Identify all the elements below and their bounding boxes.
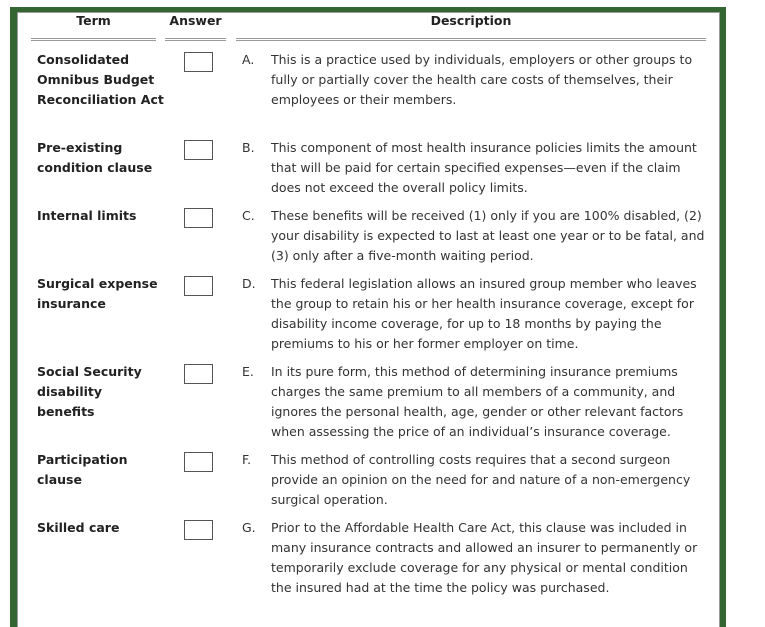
description-text: These benefits will be received (1) only… [271, 208, 705, 263]
description-text: This federal legislation allows an insur… [271, 276, 697, 351]
term-text: Internal limits [37, 208, 137, 223]
header-answer: Answer [169, 13, 222, 28]
header-description: Description [430, 13, 512, 28]
term-text: Skilled care [37, 520, 120, 535]
answer-input[interactable] [184, 140, 213, 160]
description-letter: C. [242, 208, 255, 223]
description-text: In its pure form, this method of determi… [271, 364, 684, 439]
description-letter: F. [242, 452, 252, 467]
term-text: Pre-existing condition clause [37, 140, 153, 175]
answer-input[interactable] [184, 452, 213, 472]
description-text: This method of controlling costs require… [271, 452, 691, 507]
description-text: Prior to the Affordable Health Care Act,… [271, 520, 698, 595]
term-text: Social Security disability benefits [37, 364, 142, 419]
description-letter: B. [242, 140, 255, 155]
answer-input[interactable] [184, 364, 213, 384]
header-answer-underline [165, 38, 226, 41]
description-text: This is a practice used by individuals, … [271, 52, 693, 107]
answer-input[interactable] [184, 52, 213, 72]
term-text: Participation clause [37, 452, 128, 487]
header-term-underline [31, 38, 156, 41]
header-description-underline [236, 38, 706, 41]
description-text: This component of most health insurance … [271, 140, 697, 195]
answer-input[interactable] [184, 276, 213, 296]
description-letter: A. [242, 52, 255, 67]
description-letter: D. [242, 276, 256, 291]
description-letter: G. [242, 520, 256, 535]
description-letter: E. [242, 364, 254, 379]
answer-input[interactable] [184, 208, 213, 228]
term-text: Surgical expense insurance [37, 276, 158, 311]
header-term: Term [76, 13, 111, 28]
term-text: Consolidated Omnibus Budget Reconciliati… [37, 52, 164, 107]
answer-input[interactable] [184, 520, 213, 540]
